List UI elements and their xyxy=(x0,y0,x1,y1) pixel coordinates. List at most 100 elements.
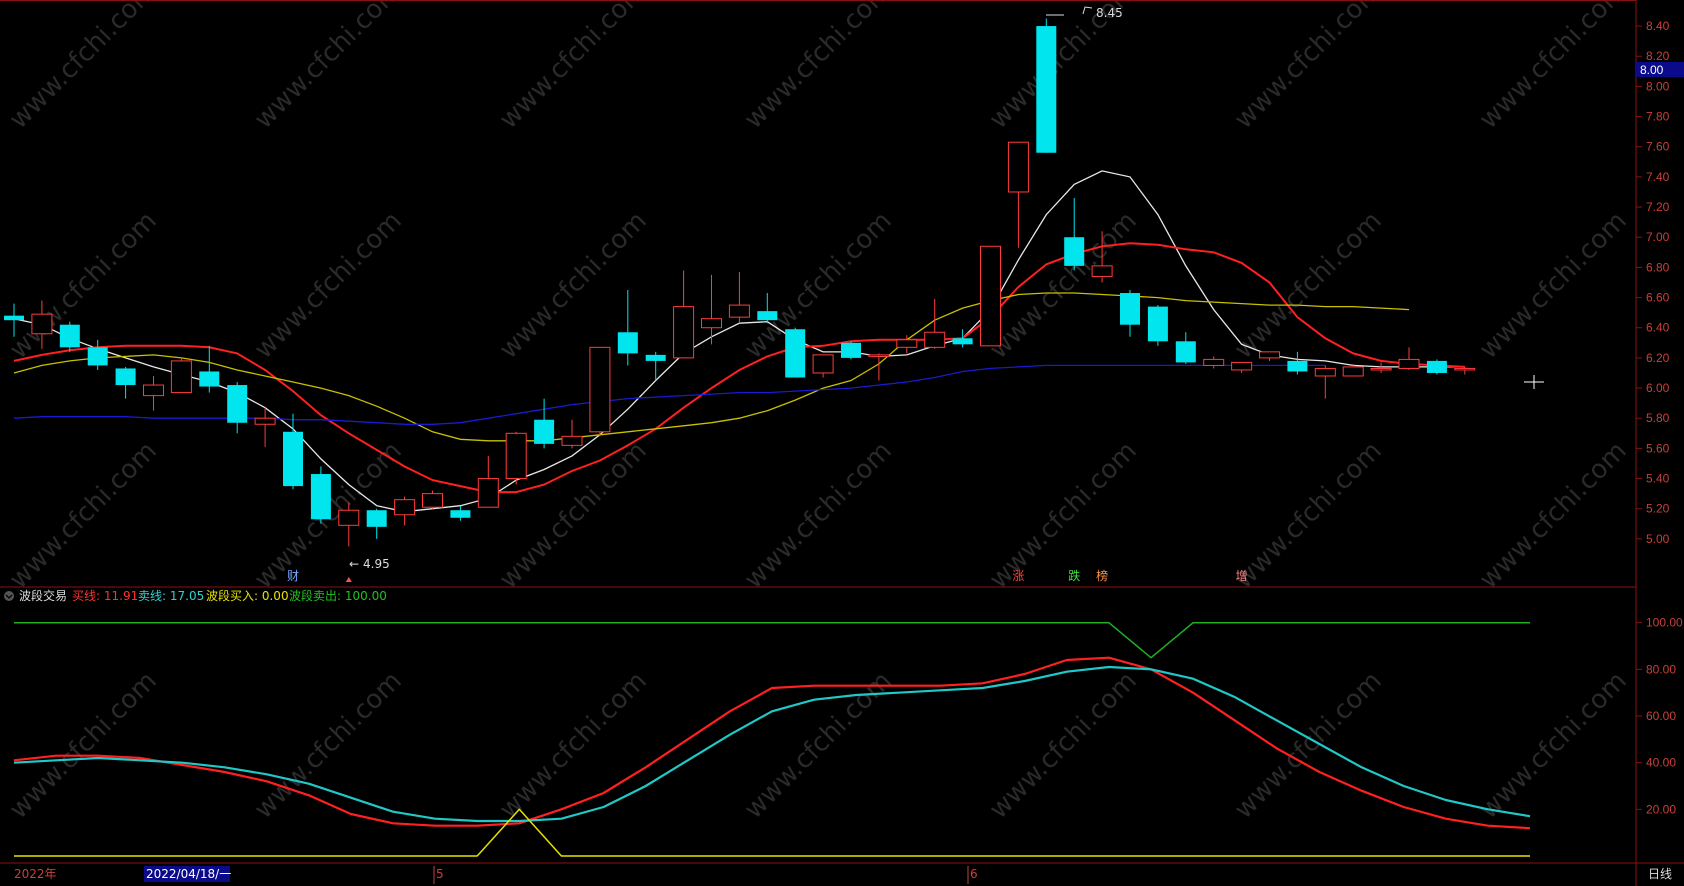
watermark-text: www.cfchi.com xyxy=(494,0,653,135)
watermark-text: www.cfchi.com xyxy=(739,666,898,825)
candle xyxy=(227,382,248,434)
watermark-layer: www.cfchi.com www.cfchi.com www.cfchi.com w… xyxy=(4,0,1633,825)
candle xyxy=(617,290,638,366)
price-tick-label: 6.40 xyxy=(1646,321,1670,335)
candle xyxy=(477,455,499,508)
candle xyxy=(1454,366,1476,375)
watermark-text: www.cfchi.com xyxy=(4,206,163,365)
price-tick-label: 5.80 xyxy=(1646,411,1670,425)
high-label: 8.45 xyxy=(1096,6,1123,20)
watermark-text: www.cfchi.com xyxy=(1229,666,1388,825)
candle xyxy=(589,346,611,437)
price-tick-label: 7.60 xyxy=(1646,140,1670,154)
watermark-text: www.cfchi.com xyxy=(984,436,1143,595)
candle xyxy=(1426,359,1447,375)
legend-buy-line: 买线: 11.91 xyxy=(72,589,138,603)
price-tick-label: 6.20 xyxy=(1646,351,1670,365)
cursor-cross-icon xyxy=(1524,375,1544,389)
legend-band-buy: 波段买入: 0.00 xyxy=(206,588,289,603)
candle xyxy=(199,345,220,393)
event-marker[interactable]: 榜 xyxy=(1096,568,1108,583)
watermark-text: www.cfchi.com xyxy=(249,666,408,825)
candle xyxy=(1007,141,1029,248)
candle xyxy=(1175,332,1196,364)
price-tick-label: 8.20 xyxy=(1646,49,1670,63)
watermark-text: www.cfchi.com xyxy=(4,666,163,825)
candle xyxy=(394,496,416,526)
current-price-label: 8.00 xyxy=(1640,63,1664,77)
event-marker[interactable]: 跌 xyxy=(1068,568,1080,583)
indicator-tick-label: 20.00 xyxy=(1646,802,1676,816)
month-6-label: 6 xyxy=(970,867,978,881)
watermark-text: www.cfchi.com xyxy=(4,436,163,595)
price-tick-label: 7.20 xyxy=(1646,200,1670,214)
indicator-line xyxy=(14,621,1530,659)
candle xyxy=(561,419,583,449)
month-5-label: 5 xyxy=(436,867,444,881)
price-tick-label: 5.20 xyxy=(1646,502,1670,516)
candle xyxy=(924,299,946,349)
price-axis: 5.00 5.20 5.40 5.60 5.80 6.00 6.20 6.40 6.60 6.80… xyxy=(1636,19,1670,546)
watermark-text: www.cfchi.com xyxy=(984,0,1143,135)
candle xyxy=(1120,290,1140,337)
price-tick-label: 5.40 xyxy=(1646,472,1670,486)
stock-chart[interactable]: www.cfchi.com www.cfchi.com www.cfchi.com w… xyxy=(0,0,1684,886)
watermark-text: www.cfchi.com xyxy=(1474,206,1633,365)
indicator-tick-label: 100.00 xyxy=(1646,616,1683,630)
candle xyxy=(980,245,1001,347)
watermark-text: www.cfchi.com xyxy=(739,0,898,135)
candle xyxy=(1036,18,1057,153)
indicator-tick-label: 80.00 xyxy=(1646,662,1676,676)
candle xyxy=(450,505,471,521)
cursor-date: 2022/04/18/一 xyxy=(146,867,231,881)
candle xyxy=(645,351,666,381)
price-tick-label: 6.80 xyxy=(1646,260,1670,274)
low-label: 4.95 xyxy=(363,557,390,571)
price-tick-label: 5.00 xyxy=(1646,532,1670,546)
candle xyxy=(1147,305,1168,346)
svg-text:←: ← xyxy=(349,557,359,571)
price-tick-label: 8.00 xyxy=(1646,79,1670,93)
watermark-text: www.cfchi.com xyxy=(1229,0,1388,135)
candle xyxy=(310,466,331,524)
price-tick-label: 7.80 xyxy=(1646,110,1670,124)
year-label: 2022年 xyxy=(14,867,57,881)
watermark-text: www.cfchi.com xyxy=(1474,436,1633,595)
watermark-text: www.cfchi.com xyxy=(4,0,163,135)
indicator-title: 波段交易 xyxy=(19,588,67,603)
price-tick-label: 7.00 xyxy=(1646,230,1670,244)
watermark-text: www.cfchi.com xyxy=(494,666,653,825)
candle xyxy=(1370,362,1392,373)
candle xyxy=(170,357,192,394)
price-tick-label: 7.40 xyxy=(1646,170,1670,184)
candle xyxy=(673,270,695,359)
indicator-line xyxy=(14,808,1530,857)
candle xyxy=(59,321,80,352)
candle xyxy=(785,327,806,378)
low-annotation: ← 4.95 xyxy=(349,557,390,571)
period-label[interactable]: 日线 xyxy=(1648,867,1672,881)
candle xyxy=(841,341,861,360)
event-marker[interactable]: 增 xyxy=(1236,569,1248,583)
candle xyxy=(812,354,834,378)
candle xyxy=(1203,356,1225,369)
candle xyxy=(366,508,387,539)
event-marker[interactable]: 涨 xyxy=(1012,568,1024,583)
timeline-bar: 2022年 2022/04/18/一 5 6 日线 xyxy=(14,866,1672,884)
candle xyxy=(283,413,303,490)
candle xyxy=(505,431,527,485)
collapse-icon[interactable] xyxy=(4,591,14,601)
candle xyxy=(1314,365,1336,399)
watermark-text: www.cfchi.com xyxy=(1474,0,1633,135)
candle xyxy=(1398,347,1420,370)
watermark-text: www.cfchi.com xyxy=(984,666,1143,825)
indicator-tick-label: 40.00 xyxy=(1646,756,1676,770)
candle xyxy=(115,366,136,399)
watermark-text: www.cfchi.com xyxy=(739,436,898,595)
legend-band-sell: 波段卖出: 100.00 xyxy=(289,588,387,603)
event-marker[interactable]: 财 xyxy=(287,569,299,583)
candle xyxy=(1259,351,1280,361)
watermark-text: www.cfchi.com xyxy=(1474,666,1633,825)
candle xyxy=(143,375,164,411)
legend-sell-line: 卖线: 17.05 xyxy=(138,589,204,603)
